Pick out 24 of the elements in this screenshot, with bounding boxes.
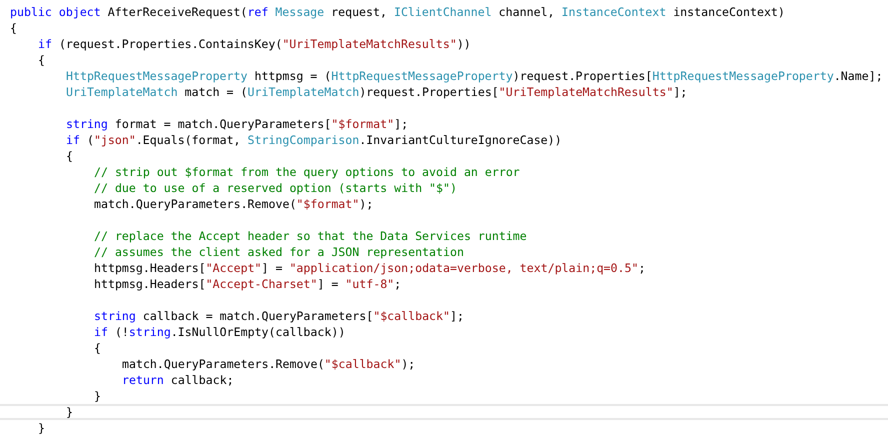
code-line: match.QueryParameters.Remove("$callback"); bbox=[122, 357, 416, 371]
code-line: string format = match.QueryParameters["$format"]; bbox=[66, 117, 408, 131]
code-line: match.QueryParameters.Remove("$format"); bbox=[94, 197, 374, 211]
code-line: UriTemplateMatch match = (UriTemplateMatch)request.Properties["UriTemplateMatchResults"]; bbox=[66, 85, 688, 99]
code-line: } bbox=[38, 421, 45, 435]
code-line: { bbox=[38, 53, 45, 67]
code-line: httpmsg.Headers["Accept-Charset"] = "utf-8"; bbox=[94, 277, 402, 291]
code-line: if ("json".Equals(format, StringComparison.InvariantCultureIgnoreCase)) bbox=[66, 133, 562, 147]
code-line: { bbox=[94, 341, 101, 355]
code-line: httpmsg.Headers["Accept"] = "application/json;odata=verbose, text/plain;q=0.5"; bbox=[94, 261, 646, 275]
code-line: // strip out $format from the query options to avoid an error bbox=[94, 165, 520, 179]
code-line: { bbox=[10, 21, 17, 35]
code-line: { bbox=[66, 149, 73, 163]
code-line: // assumes the client asked for a JSON representation bbox=[94, 245, 464, 259]
code-line: } bbox=[66, 405, 73, 419]
code-line: string callback = match.QueryParameters["$callback"]; bbox=[94, 309, 464, 323]
code-line: if (request.Properties.ContainsKey("UriTemplateMatchResults")) bbox=[38, 37, 471, 51]
code-line: public object AfterReceiveRequest(ref Message request, IClientChannel channel, InstanceContext instanceContext) bbox=[10, 5, 785, 19]
code-line: // replace the Accept header so that the Data Services runtime bbox=[94, 229, 527, 243]
code-line: HttpRequestMessageProperty httpmsg = (HttpRequestMessageProperty)request.Properties[HttpRequestMessageProperty.Name]; bbox=[66, 69, 883, 83]
code-line: return callback; bbox=[122, 373, 234, 387]
code-line: } bbox=[94, 389, 101, 403]
code-line: if (!string.IsNullOrEmpty(callback)) bbox=[94, 325, 346, 339]
code-line: // due to use of a reserved option (starts with "$") bbox=[94, 181, 457, 195]
